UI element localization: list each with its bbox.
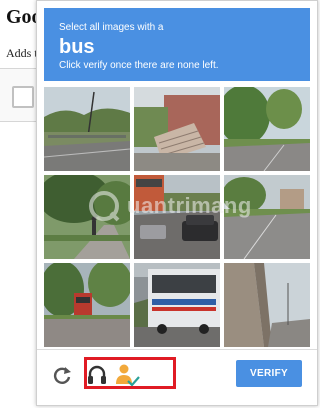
- headphones-icon: [88, 365, 106, 384]
- image-tile-2[interactable]: [134, 87, 220, 171]
- image-tile-6[interactable]: [224, 175, 310, 259]
- captcha-challenge-popup: Select all images with a bus Click verif…: [36, 0, 318, 406]
- image-tile-7[interactable]: [44, 263, 130, 347]
- challenge-header: Select all images with a bus Click verif…: [44, 8, 310, 81]
- visual-challenge-button[interactable]: [114, 362, 140, 388]
- target-word: bus: [59, 36, 95, 58]
- image-tile-3[interactable]: [224, 87, 310, 171]
- verify-button[interactable]: VERIFY: [236, 360, 302, 387]
- image-tile-8[interactable]: [134, 263, 220, 347]
- reload-icon: [53, 367, 71, 384]
- instruction-line-2: Click verify once there are none left.: [59, 60, 219, 71]
- person-check-icon: [116, 364, 140, 387]
- reload-button[interactable]: [51, 364, 73, 386]
- image-grid: [44, 87, 310, 347]
- image-tile-4[interactable]: [44, 175, 130, 259]
- image-tile-1[interactable]: [44, 87, 130, 171]
- image-tile-9[interactable]: [224, 263, 310, 347]
- instruction-line-1: Select all images with a: [59, 22, 164, 33]
- image-tile-5[interactable]: [134, 175, 220, 259]
- audio-challenge-button[interactable]: [87, 364, 107, 386]
- recaptcha-checkbox[interactable]: [12, 86, 34, 108]
- challenge-footer: VERIFY: [37, 349, 317, 406]
